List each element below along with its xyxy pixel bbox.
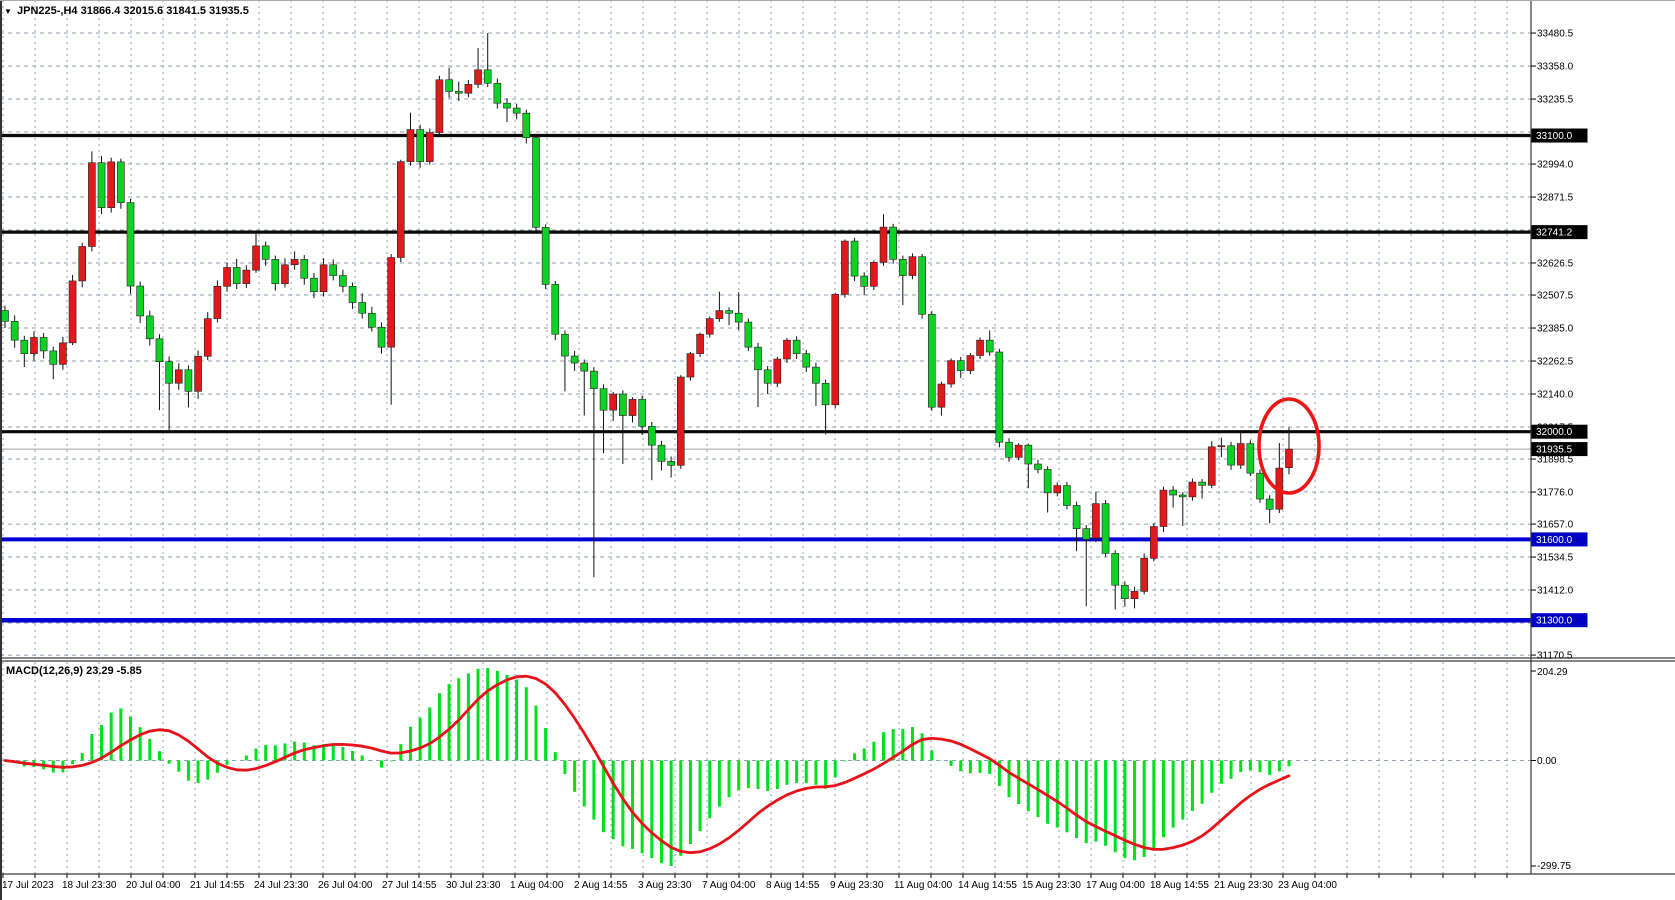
trading-chart: 33113.032749.032017.531289.533480.533358… [0,0,1675,900]
macd-plot-area[interactable] [0,661,1531,874]
time-axis-area[interactable] [0,874,1675,900]
macd-indicator-label: MACD(12,26,9) 23.29 -5.85 [6,665,142,677]
macd-axis-max-label: 204.29 [1537,667,1568,678]
chart-window: 33113.032749.032017.531289.533480.533358… [0,0,1675,900]
price-axis-area[interactable] [1531,0,1675,874]
main-chart-plot-area[interactable] [0,0,1531,658]
symbol-info-line: JPN225-,H4 31866.4 32015.6 31841.5 31935… [17,5,249,17]
symbol-dropdown-icon[interactable]: ▼ [4,7,12,16]
macd-axis-min-label: -299.75 [1537,861,1571,872]
